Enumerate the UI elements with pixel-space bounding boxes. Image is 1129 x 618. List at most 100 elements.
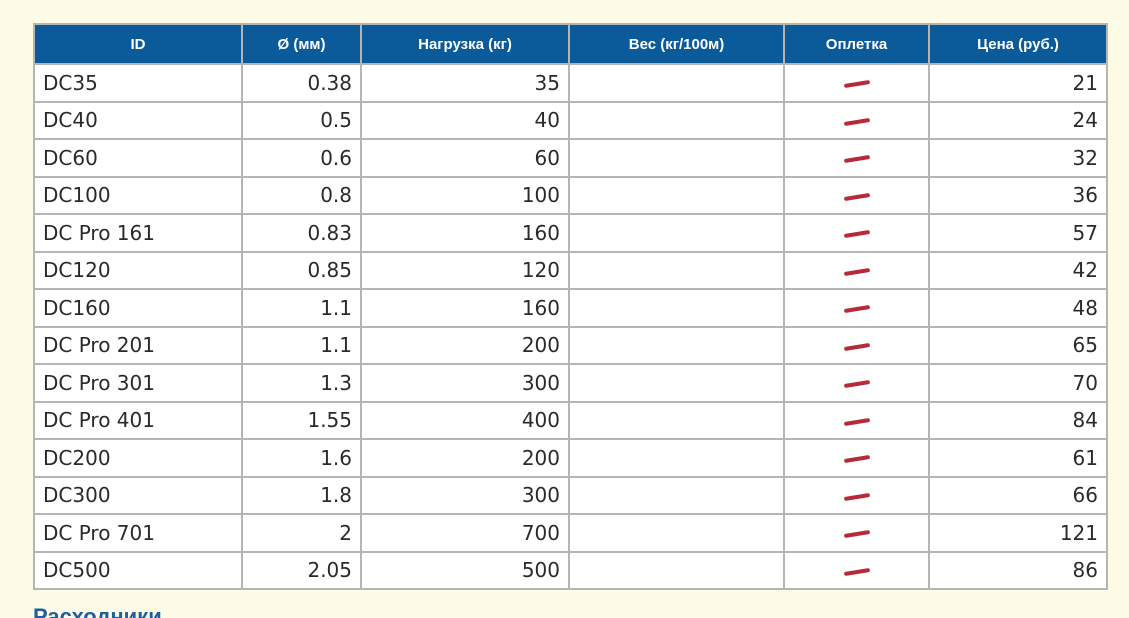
cell-id: DC Pro 701 [33, 513, 243, 553]
cell-load: 300 [360, 475, 570, 515]
table-row: DC Pro 401 1.55 400 84 [33, 400, 1108, 440]
cell-price: 66 [928, 475, 1108, 515]
red-dash-icon [843, 530, 870, 539]
red-dash-icon [843, 117, 870, 126]
cell-load: 700 [360, 513, 570, 553]
cell-id: DC500 [33, 550, 243, 590]
cell-braid [783, 513, 930, 553]
cell-id: DC300 [33, 475, 243, 515]
cell-braid [783, 100, 930, 140]
column-header-diameter[interactable]: Ø (мм) [241, 23, 362, 64]
cell-load: 200 [360, 325, 570, 365]
cell-load: 400 [360, 400, 570, 440]
cell-price: 57 [928, 213, 1108, 253]
cell-id: DC100 [33, 175, 243, 215]
cell-price: 36 [928, 175, 1108, 215]
column-header-load[interactable]: Нагрузка (кг) [360, 23, 570, 64]
cell-weight [568, 513, 785, 553]
cell-weight [568, 400, 785, 440]
table-row: DC200 1.6 200 61 [33, 438, 1108, 478]
cell-load: 160 [360, 213, 570, 253]
table-row: DC120 0.85 120 42 [33, 250, 1108, 290]
red-dash-icon [843, 492, 870, 501]
red-dash-icon [843, 80, 870, 89]
cell-diameter: 0.38 [241, 63, 362, 103]
cell-diameter: 1.1 [241, 288, 362, 328]
page: ID Ø (мм) Нагрузка (кг) Вес (кг/100м) Оп… [0, 0, 1129, 618]
cell-price: 70 [928, 363, 1108, 403]
table-row: DC Pro 161 0.83 160 57 [33, 213, 1108, 253]
cell-id: DC Pro 161 [33, 213, 243, 253]
cell-braid [783, 475, 930, 515]
cell-diameter: 1.3 [241, 363, 362, 403]
cell-load: 200 [360, 438, 570, 478]
cell-braid [783, 175, 930, 215]
cell-diameter: 0.6 [241, 138, 362, 178]
cell-price: 84 [928, 400, 1108, 440]
column-header-price[interactable]: Цена (руб.) [928, 23, 1108, 64]
table-row: DC300 1.8 300 66 [33, 475, 1108, 515]
cell-load: 500 [360, 550, 570, 590]
table-body: DC35 0.38 35 21 DC40 0.5 40 24 DC60 0.6 60 32 DC100 0… [33, 63, 1108, 590]
red-dash-icon [843, 155, 870, 164]
table-row: DC500 2.05 500 86 [33, 550, 1108, 590]
cell-weight [568, 438, 785, 478]
cell-id: DC Pro 201 [33, 325, 243, 365]
cell-diameter: 1.6 [241, 438, 362, 478]
header-row: ID Ø (мм) Нагрузка (кг) Вес (кг/100м) Оп… [33, 23, 1108, 64]
cell-weight [568, 250, 785, 290]
cell-id: DC200 [33, 438, 243, 478]
cell-price: 32 [928, 138, 1108, 178]
cell-weight [568, 213, 785, 253]
table-row: DC40 0.5 40 24 [33, 100, 1108, 140]
red-dash-icon [843, 342, 870, 351]
cell-load: 60 [360, 138, 570, 178]
cell-load: 40 [360, 100, 570, 140]
cell-load: 100 [360, 175, 570, 215]
red-dash-icon [843, 267, 870, 276]
cell-price: 65 [928, 325, 1108, 365]
cell-weight [568, 63, 785, 103]
cell-price: 21 [928, 63, 1108, 103]
cell-load: 160 [360, 288, 570, 328]
red-dash-icon [843, 380, 870, 389]
cell-price: 48 [928, 288, 1108, 328]
red-dash-icon [843, 230, 870, 239]
cell-braid [783, 363, 930, 403]
table-row: DC100 0.8 100 36 [33, 175, 1108, 215]
cell-diameter: 0.5 [241, 100, 362, 140]
cell-id: DC40 [33, 100, 243, 140]
cell-braid [783, 400, 930, 440]
cell-id: DC60 [33, 138, 243, 178]
cell-weight [568, 475, 785, 515]
section-heading-consumables[interactable]: Расходники [33, 604, 162, 618]
cell-weight [568, 175, 785, 215]
cell-diameter: 1.1 [241, 325, 362, 365]
cell-braid [783, 325, 930, 365]
cell-braid [783, 138, 930, 178]
cell-weight [568, 325, 785, 365]
cell-diameter: 0.8 [241, 175, 362, 215]
cell-weight [568, 288, 785, 328]
cell-id: DC Pro 301 [33, 363, 243, 403]
table-row: DC Pro 701 2 700 121 [33, 513, 1108, 553]
cell-price: 61 [928, 438, 1108, 478]
table-row: DC35 0.38 35 21 [33, 63, 1108, 103]
column-header-id[interactable]: ID [33, 23, 243, 64]
cell-id: DC Pro 401 [33, 400, 243, 440]
column-header-weight[interactable]: Вес (кг/100м) [568, 23, 785, 64]
cell-id: DC35 [33, 63, 243, 103]
cell-braid [783, 213, 930, 253]
price-table-container: ID Ø (мм) Нагрузка (кг) Вес (кг/100м) Оп… [33, 23, 1108, 590]
cell-price: 121 [928, 513, 1108, 553]
cell-price: 86 [928, 550, 1108, 590]
cell-weight [568, 138, 785, 178]
cell-id: DC160 [33, 288, 243, 328]
cell-load: 120 [360, 250, 570, 290]
red-dash-icon [843, 417, 870, 426]
cell-diameter: 0.85 [241, 250, 362, 290]
cell-diameter: 1.8 [241, 475, 362, 515]
column-header-braid[interactable]: Оплетка [783, 23, 930, 64]
red-dash-icon [843, 567, 870, 576]
cell-braid [783, 550, 930, 590]
